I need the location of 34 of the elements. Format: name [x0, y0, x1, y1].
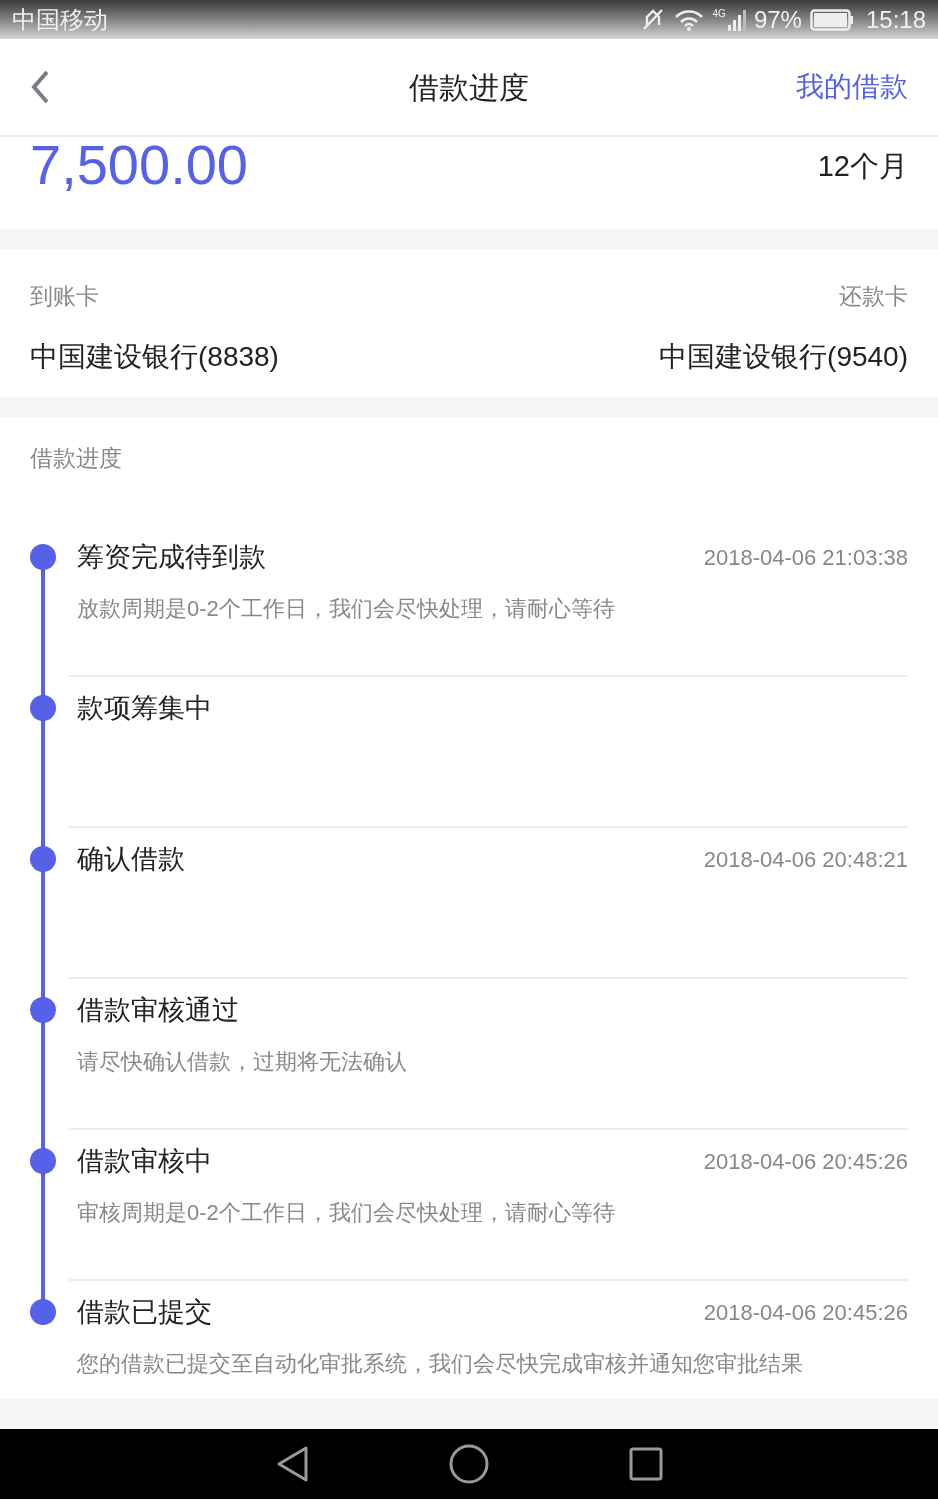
step-title: 借款审核中 [77, 1144, 212, 1178]
back-icon [30, 70, 50, 104]
step-description: 放款周期是0-2个工作日，我们会尽快处理，请耐心等待 [76, 595, 616, 623]
signal-icon [727, 8, 746, 31]
step-title: 筹资完成待到款 [77, 540, 266, 574]
step-title: 借款已提交 [77, 1295, 212, 1329]
step-time: 2018-04-06 21:03:38 [703, 543, 908, 572]
step-time: 2018-04-06 20:48:21 [703, 845, 908, 874]
bank-name: 中国建设银行(9540) [659, 339, 908, 374]
loan-term: 12个月 [817, 149, 908, 184]
clock-time: 15:18 [865, 4, 926, 35]
back-nav-icon[interactable] [275, 1445, 309, 1483]
step-description: 请尽快确认借款，过期将无法确认 [76, 1048, 408, 1076]
battery-icon [809, 8, 854, 31]
my-loans-link[interactable]: 我的借款 [796, 66, 908, 108]
step-description: 您的借款已提交至自动化审批系统，我们会尽快完成审核并通知您审批结果 [76, 1350, 804, 1378]
bank-name: 中国建设银行(8838) [30, 339, 279, 374]
carrier-name: 中国移动 [12, 4, 108, 35]
step-description: 审核周期是0-2个工作日，我们会尽快处理，请耐心等待 [76, 1199, 616, 1227]
loan-amount: 7,500.00 [30, 135, 248, 195]
network-type: 4G [712, 8, 726, 19]
card-label: 到账卡 [30, 282, 99, 311]
battery-percent: 97% [753, 4, 802, 35]
step-title: 款项筹集中 [77, 691, 212, 725]
home-nav-icon[interactable] [449, 1444, 489, 1484]
wifi-icon [672, 7, 705, 32]
card-label: 还款卡 [839, 282, 908, 311]
recents-nav-icon[interactable] [629, 1447, 663, 1481]
step-time: 2018-04-06 20:45:26 [703, 1147, 908, 1176]
step-title: 借款审核通过 [77, 993, 239, 1027]
step-time: 2018-04-06 20:45:26 [703, 1298, 908, 1327]
page-title: 借款进度 [409, 69, 529, 106]
section-title: 借款进度 [30, 444, 123, 473]
step-title: 确认借款 [77, 842, 185, 876]
